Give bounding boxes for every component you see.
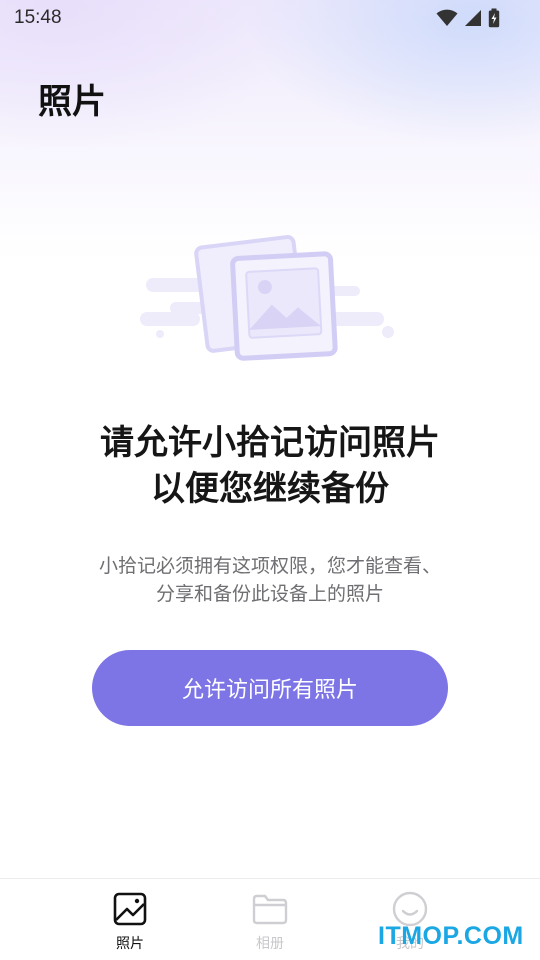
- status-bar: 15:48: [0, 0, 540, 36]
- photo-icon: [112, 891, 148, 927]
- wifi-icon: [436, 9, 458, 26]
- cell-signal-icon: [465, 10, 481, 26]
- description-line-2: 分享和备份此设备上的照片: [155, 583, 384, 605]
- status-time: 15:48: [14, 7, 62, 28]
- allow-access-button[interactable]: 允许访问所有照片: [92, 650, 448, 726]
- description-line-1: 小拾记必须拥有这项权限，您才能查看、: [98, 555, 441, 577]
- status-icons: [436, 8, 500, 28]
- headline-line-2: 以便您继续备份: [151, 469, 389, 509]
- tab-label: 相册: [256, 936, 284, 952]
- tab-label: 照片: [116, 936, 144, 952]
- battery-charging-icon: [488, 8, 500, 28]
- folder-icon: [252, 891, 288, 927]
- permission-description: 小拾记必须拥有这项权限，您才能查看、 分享和备份此设备上的照片: [0, 552, 540, 608]
- photo-stack-icon: [140, 235, 394, 361]
- tab-photos[interactable]: 照片: [85, 879, 175, 960]
- headline-line-1: 请允许小拾记访问照片: [100, 423, 440, 463]
- header-background: [0, 0, 540, 260]
- page-title: 照片: [38, 82, 106, 122]
- permission-headline: 请允许小拾记访问照片 以便您继续备份: [0, 420, 540, 512]
- watermark: ITMOP.COM: [378, 922, 524, 950]
- tab-albums[interactable]: 相册: [225, 879, 315, 960]
